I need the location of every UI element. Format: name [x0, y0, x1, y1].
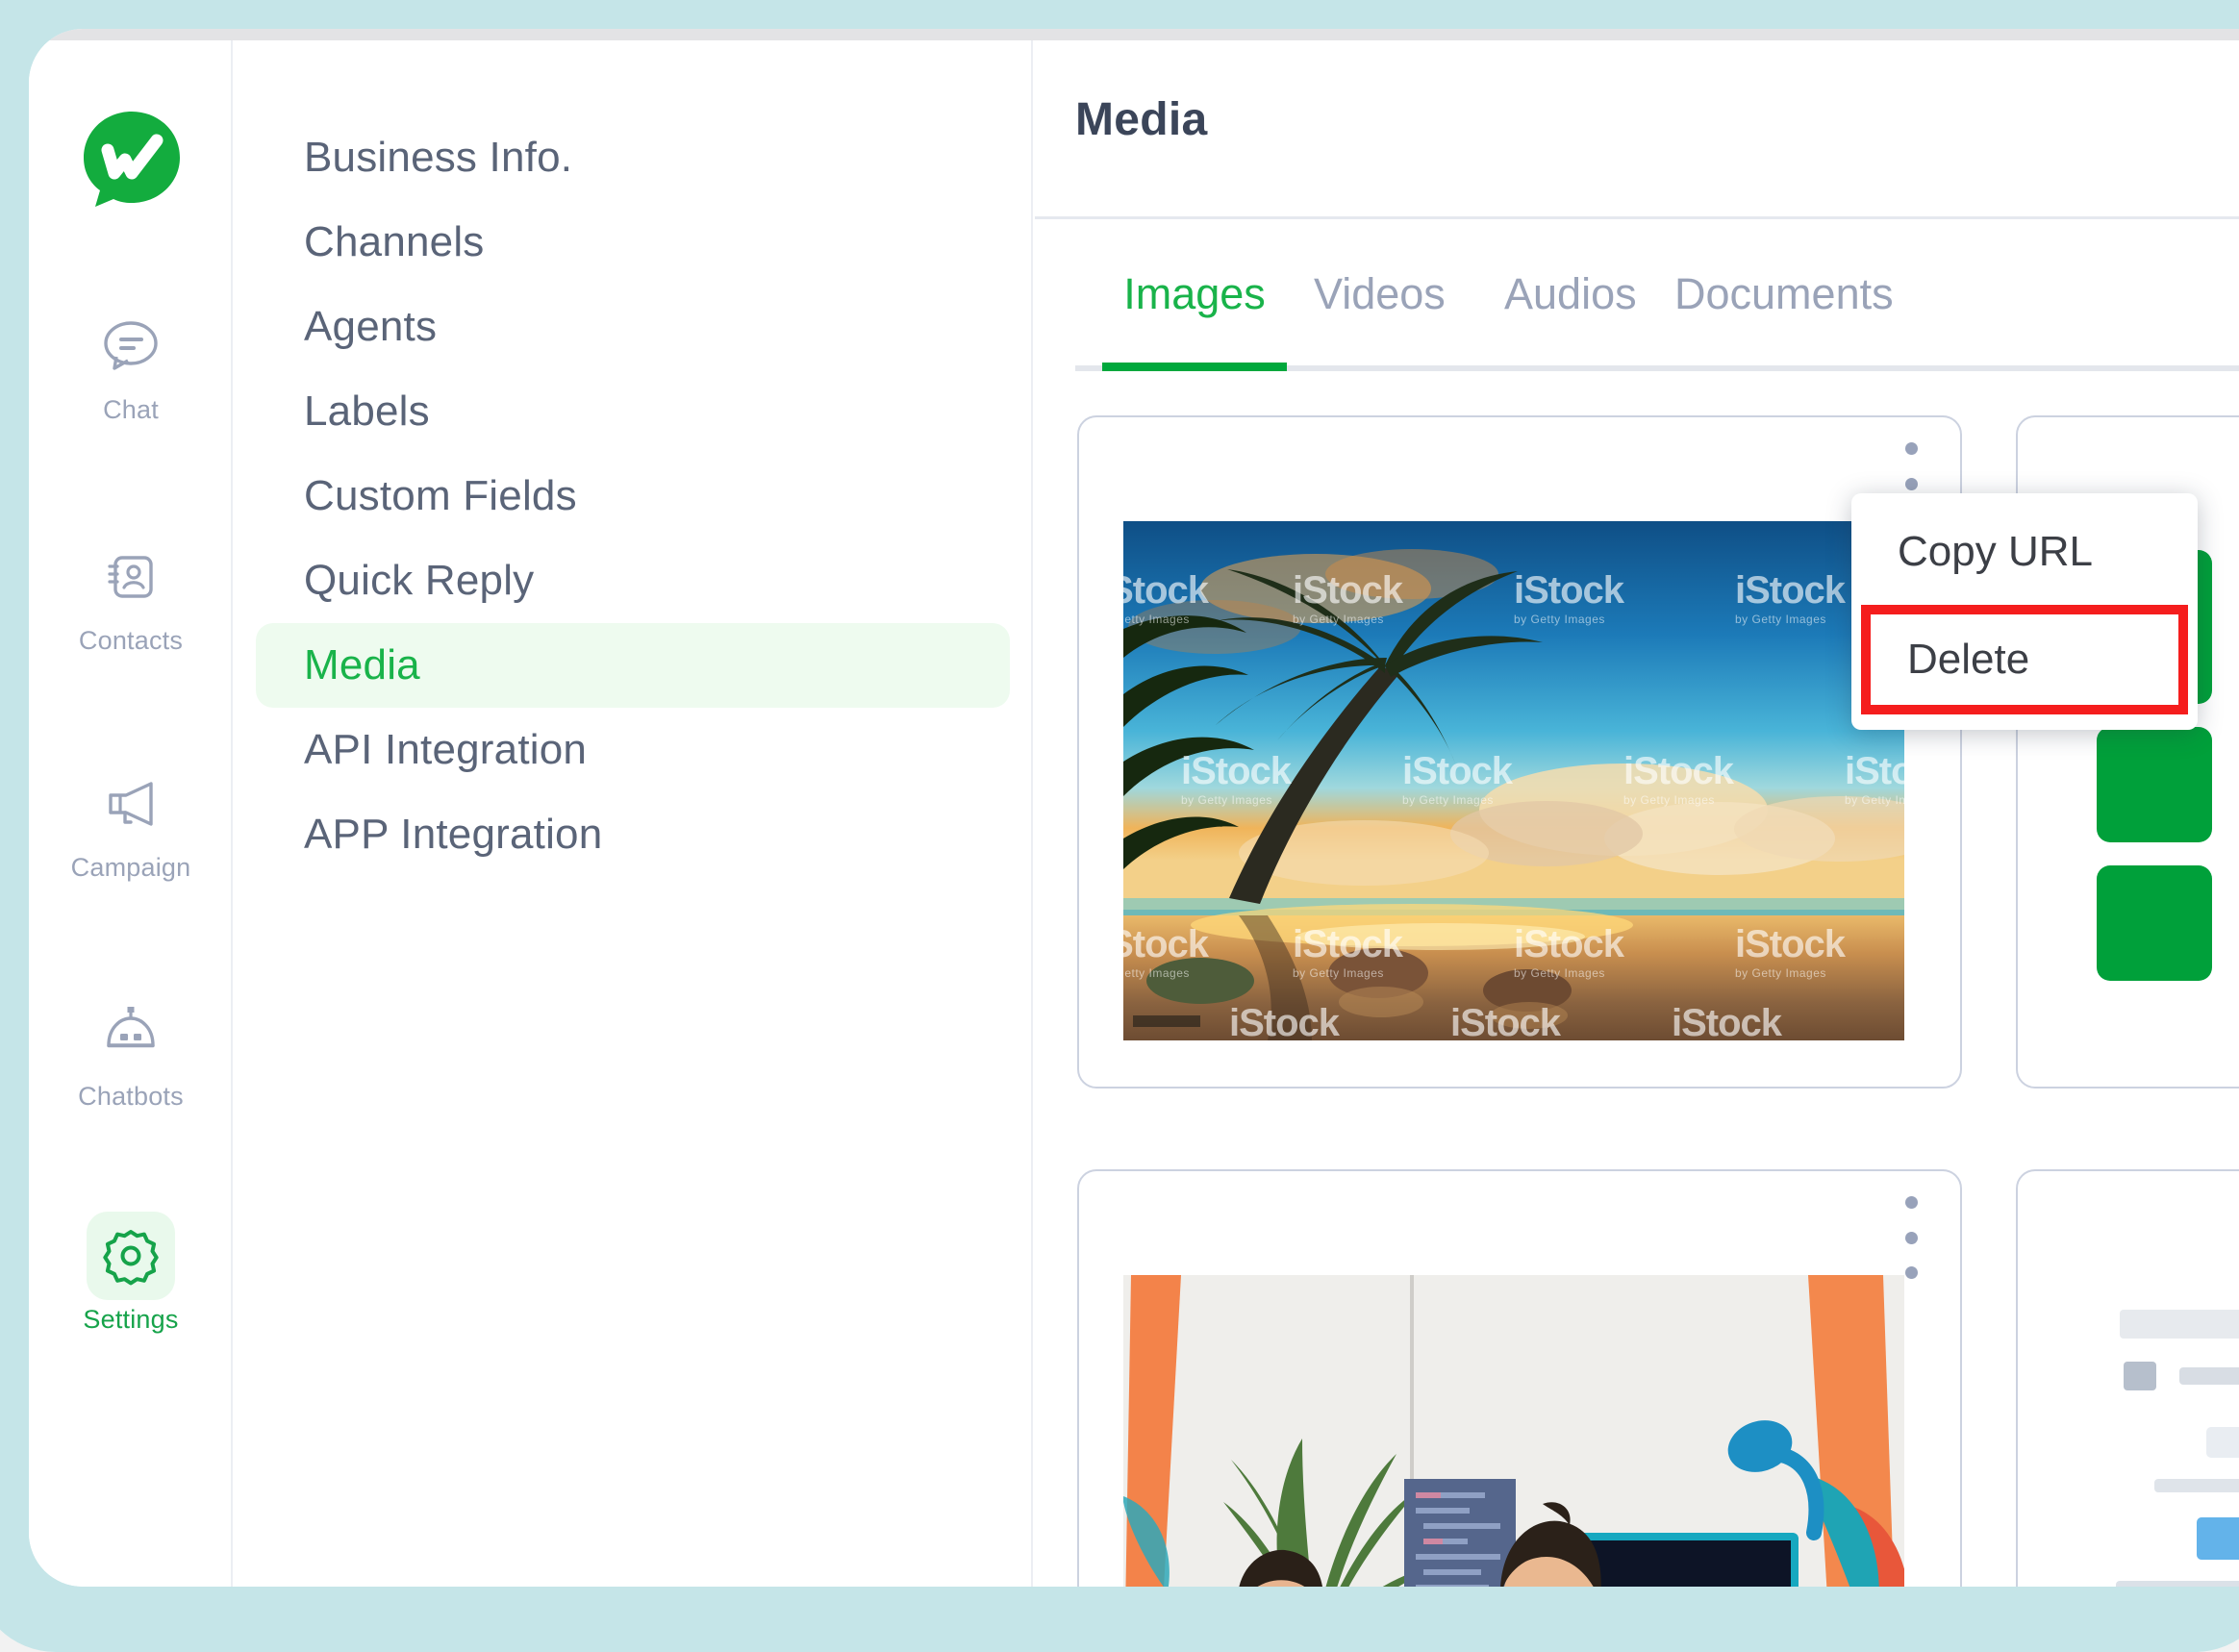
sidebar-item-label: Settings: [83, 1305, 179, 1334]
delete-annotation-highlight: Delete: [1861, 605, 2188, 714]
sidebar-item-chat[interactable]: Chat: [29, 302, 233, 425]
media-context-menu: Copy URL Delete: [1851, 493, 2198, 730]
sidebar-item-label: Campaign: [70, 853, 191, 882]
media-card[interactable]: [1077, 1169, 1962, 1587]
three-dot-vertical-menu-icon[interactable]: [1899, 1196, 1924, 1279]
menu-item-business-info[interactable]: Business Info.: [256, 115, 1010, 200]
brand-logo-icon: [82, 110, 182, 210]
sidebar-item-campaign[interactable]: Campaign: [29, 760, 233, 883]
contact-book-icon: [87, 533, 175, 621]
media-thumbnail-screenshot-document: [2062, 1275, 2239, 1587]
menu-item-api-integration[interactable]: API Integration: [256, 708, 1010, 792]
menu-item-custom-fields[interactable]: Custom Fields: [256, 454, 1010, 538]
context-menu-item-copy-url[interactable]: Copy URL: [1851, 507, 2198, 597]
primary-icon-rail: Chat Contacts Campaign Chatbots Settings: [29, 40, 233, 1587]
tab-images[interactable]: Images: [1102, 227, 1287, 371]
media-type-tabs: Images Videos Audios Documents: [1035, 219, 2239, 371]
main-content-panel: Media Images Videos Audios Documents toc…: [1035, 40, 2239, 1587]
window-top-bar: [29, 29, 2239, 40]
menu-item-quick-reply[interactable]: Quick Reply: [256, 538, 1010, 623]
tab-audios[interactable]: Audios: [1504, 227, 1637, 371]
menu-item-labels[interactable]: Labels: [256, 369, 1010, 454]
chat-bubble-icon: [87, 302, 175, 390]
menu-item-app-integration[interactable]: APP Integration: [256, 792, 1010, 877]
context-menu-item-delete[interactable]: Delete: [1871, 614, 2178, 705]
tab-videos[interactable]: Videos: [1314, 227, 1446, 371]
media-card[interactable]: [2016, 1169, 2239, 1587]
sidebar-item-settings[interactable]: Settings: [29, 1212, 233, 1335]
megaphone-icon: [87, 760, 175, 848]
menu-item-agents[interactable]: Agents: [256, 285, 1010, 369]
tab-documents[interactable]: Documents: [1674, 227, 1894, 371]
app-window: Chat Contacts Campaign Chatbots Settings…: [29, 29, 2239, 1587]
sidebar-item-label: Chatbots: [78, 1082, 184, 1111]
menu-item-channels[interactable]: Channels: [256, 200, 1010, 285]
media-card[interactable]: iStockby Getty Images iStockby Getty Ima…: [1077, 415, 1962, 1089]
sidebar-item-label: Contacts: [78, 626, 184, 655]
settings-submenu-list: Business Info. Channels Agents Labels Cu…: [235, 40, 1033, 1587]
page-title: Media: [1075, 94, 1208, 145]
media-thumbnail-beach-sunset: iStockby Getty Images iStockby Getty Ima…: [1123, 521, 1904, 1040]
robot-icon: [87, 989, 175, 1077]
sidebar-item-chatbots[interactable]: Chatbots: [29, 989, 233, 1112]
sidebar-item-label: Chat: [103, 395, 159, 424]
main-header: Media: [1035, 40, 2239, 219]
menu-item-media[interactable]: Media: [256, 623, 1010, 708]
sidebar-item-contacts[interactable]: Contacts: [29, 533, 233, 656]
gear-icon: [87, 1212, 175, 1300]
media-thumbnail-office-developers: [1123, 1275, 1904, 1587]
